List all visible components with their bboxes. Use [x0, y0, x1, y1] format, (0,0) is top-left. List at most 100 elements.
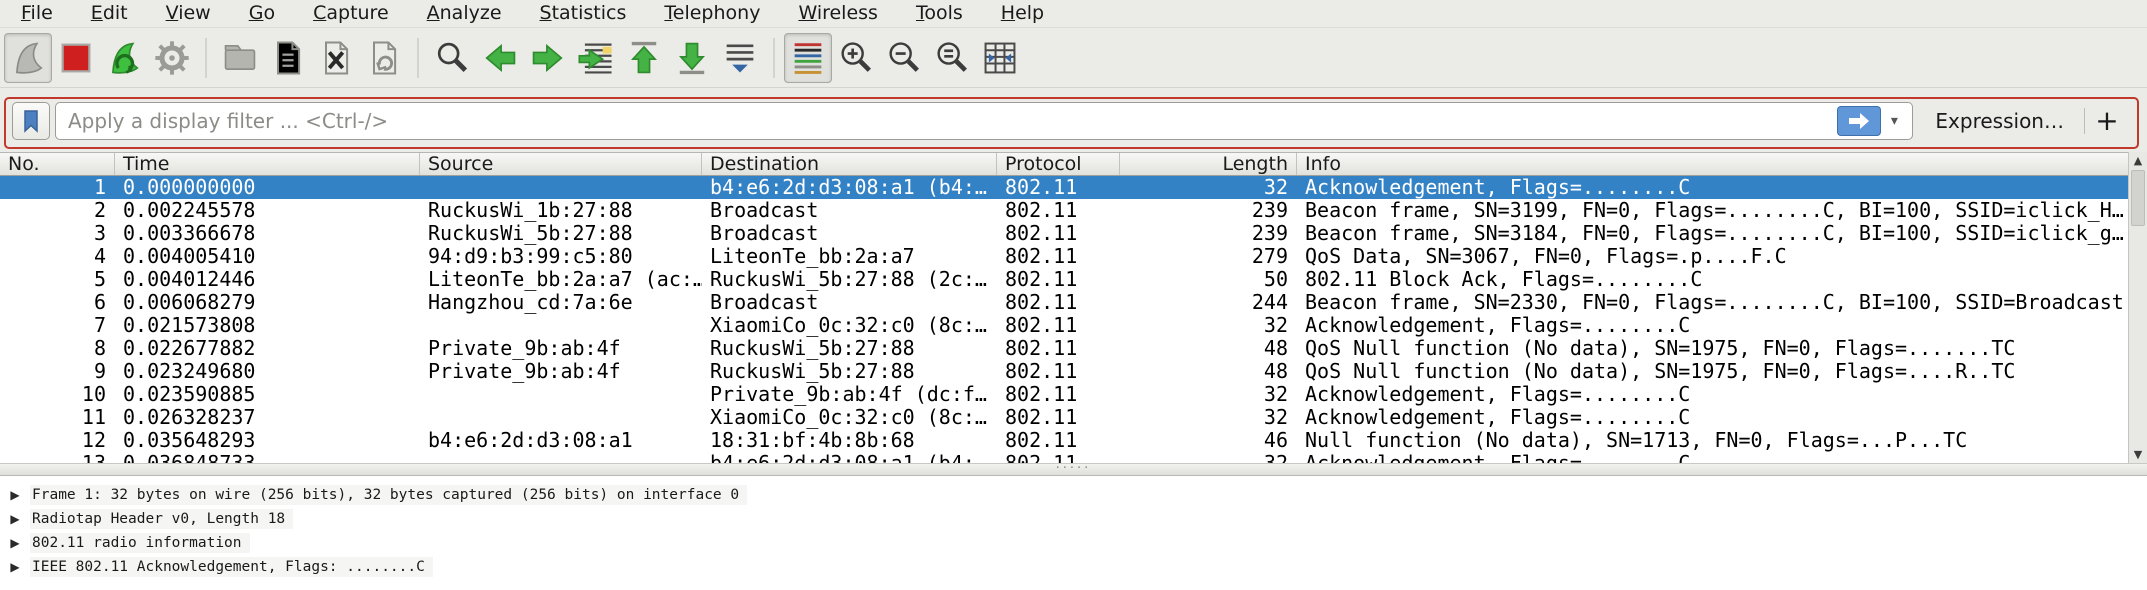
cell-source [420, 452, 702, 463]
filter-bookmark-button[interactable] [12, 102, 50, 140]
detail-row-4[interactable]: ▶IEEE 802.11 Acknowledgement, Flags: ...… [0, 555, 2147, 579]
zoom-reset-button[interactable] [928, 33, 976, 83]
apply-filter-button[interactable] [1837, 106, 1881, 136]
cell-time: 0.023249680 [115, 360, 420, 383]
toolbar-separator [205, 38, 207, 78]
expand-triangle-icon[interactable]: ▶ [0, 488, 30, 502]
go-back-button[interactable] [476, 33, 524, 83]
stop-capture-button[interactable] [52, 33, 100, 83]
auto-scroll-icon [720, 38, 760, 78]
cell-time: 0.021573808 [115, 314, 420, 337]
menu-item-tools[interactable]: Tools [897, 1, 982, 26]
cell-protocol: 802.11 [997, 268, 1120, 291]
add-filter-button[interactable]: + [2085, 106, 2129, 136]
column-header-protocol[interactable]: Protocol [997, 153, 1120, 175]
cell-source: 94:d9:b3:99:c5:80 [420, 245, 702, 268]
reload-file-button[interactable] [360, 33, 408, 83]
menu-item-capture[interactable]: Capture [294, 1, 408, 26]
cell-time: 0.004012446 [115, 268, 420, 291]
packet-row-6[interactable]: 60.006068279Hangzhou_cd:7a:6eBroadcast80… [0, 291, 2128, 314]
cell-no: 7 [0, 314, 115, 337]
wireshark-fin-start-button[interactable] [4, 33, 52, 83]
column-header-no[interactable]: No. [0, 153, 115, 175]
menu-item-telephony[interactable]: Telephony [645, 1, 779, 26]
packet-row-5[interactable]: 50.004012446LiteonTe_bb:2a:a7 (ac:…Rucku… [0, 268, 2128, 291]
packet-row-3[interactable]: 30.003366678RuckusWi_5b:27:88Broadcast80… [0, 222, 2128, 245]
menu-item-help[interactable]: Help [982, 1, 1063, 26]
toolbar-separator [773, 38, 775, 78]
packet-list: No.TimeSourceDestinationProtocolLengthIn… [0, 152, 2147, 463]
packet-row-12[interactable]: 120.035648293b4:e6:2d:d3:08:a118:31:bf:4… [0, 429, 2128, 452]
go-to-packet-button[interactable] [572, 33, 620, 83]
expand-triangle-icon[interactable]: ▶ [0, 512, 30, 526]
packet-row-1[interactable]: 10.000000000b4:e6:2d:d3:08:a1 (b4:…802.1… [0, 176, 2128, 199]
restart-capture-icon [104, 38, 144, 78]
pane-splitter[interactable]: ····· [0, 463, 2147, 476]
detail-row-2[interactable]: ▶Radiotap Header v0, Length 18 [0, 507, 2147, 531]
cell-source [420, 383, 702, 406]
find-packet-button[interactable] [428, 33, 476, 83]
menu-item-edit[interactable]: Edit [72, 1, 147, 26]
menu-item-view[interactable]: View [147, 1, 230, 26]
detail-row-1[interactable]: ▶Frame 1: 32 bytes on wire (256 bits), 3… [0, 483, 2147, 507]
colorize-packets-button[interactable] [784, 33, 832, 83]
detail-row-3[interactable]: ▶802.11 radio information [0, 531, 2147, 555]
cell-protocol: 802.11 [997, 291, 1120, 314]
packet-row-13[interactable]: 130.036848733b4:e6:2d:d3:08:a1 (b4:…802.… [0, 452, 2128, 463]
column-header-length[interactable]: Length [1120, 153, 1297, 175]
cell-no: 12 [0, 429, 115, 452]
cell-no: 1 [0, 176, 115, 199]
zoom-in-icon [836, 38, 876, 78]
save-file-button[interactable] [264, 33, 312, 83]
menu-item-statistics[interactable]: Statistics [521, 1, 646, 26]
go-forward-button[interactable] [524, 33, 572, 83]
zoom-out-button[interactable] [880, 33, 928, 83]
go-first-packet-button[interactable] [620, 33, 668, 83]
menu-item-file[interactable]: File [2, 1, 72, 26]
cell-no: 6 [0, 291, 115, 314]
cell-destination: RuckusWi_5b:27:88 [702, 360, 997, 383]
go-last-packet-button[interactable] [668, 33, 716, 83]
resize-columns-button[interactable] [976, 33, 1024, 83]
column-header-info[interactable]: Info [1297, 153, 2147, 175]
zoom-out-icon [884, 38, 924, 78]
menu-item-analyze[interactable]: Analyze [408, 1, 521, 26]
cell-length: 48 [1120, 360, 1297, 383]
scroll-up-icon[interactable]: ▲ [2129, 152, 2147, 169]
packet-row-2[interactable]: 20.002245578RuckusWi_1b:27:88Broadcast80… [0, 199, 2128, 222]
zoom-in-button[interactable] [832, 33, 880, 83]
resize-columns-icon [980, 38, 1020, 78]
column-header-destination[interactable]: Destination [702, 153, 997, 175]
go-last-packet-icon [672, 38, 712, 78]
open-file-button[interactable] [216, 33, 264, 83]
packet-row-8[interactable]: 80.022677882Private_9b:ab:4fRuckusWi_5b:… [0, 337, 2128, 360]
column-header-source[interactable]: Source [420, 153, 702, 175]
cell-info: Acknowledgement, Flags=........C [1297, 314, 2128, 337]
expand-triangle-icon[interactable]: ▶ [0, 560, 30, 574]
cell-source [420, 406, 702, 429]
auto-scroll-button[interactable] [716, 33, 764, 83]
cell-info: Acknowledgement, Flags=........C [1297, 452, 2128, 463]
menu-item-wireless[interactable]: Wireless [779, 1, 897, 26]
packet-row-10[interactable]: 100.023590885Private_9b:ab:4f (dc:f…802.… [0, 383, 2128, 406]
cell-destination: Broadcast [702, 291, 997, 314]
packet-row-11[interactable]: 110.026328237XiaomiCo_0c:32:c0 (8c:…802.… [0, 406, 2128, 429]
expand-triangle-icon[interactable]: ▶ [0, 536, 30, 550]
filter-dropdown-caret[interactable]: ▾ [1881, 113, 1907, 129]
scrollbar-thumb[interactable] [2131, 170, 2145, 226]
cell-source [420, 314, 702, 337]
capture-options-button[interactable] [148, 33, 196, 83]
display-filter-input[interactable]: Apply a display filter ... <Ctrl-/> ▾ [55, 102, 1913, 140]
packet-row-7[interactable]: 70.021573808XiaomiCo_0c:32:c0 (8c:…802.1… [0, 314, 2128, 337]
close-file-button[interactable] [312, 33, 360, 83]
detail-text: Radiotap Header v0, Length 18 [30, 509, 293, 529]
expression-button[interactable]: Expression… [1913, 109, 2084, 133]
scroll-down-icon[interactable]: ▼ [2129, 446, 2147, 463]
packet-row-4[interactable]: 40.00400541094:d9:b3:99:c5:80LiteonTe_bb… [0, 245, 2128, 268]
restart-capture-button[interactable] [100, 33, 148, 83]
column-header-time[interactable]: Time [115, 153, 420, 175]
vertical-scrollbar[interactable]: ▲ ▼ [2128, 152, 2147, 463]
menu-item-go[interactable]: Go [230, 1, 294, 26]
display-filter-placeholder: Apply a display filter ... <Ctrl-/> [68, 109, 1837, 133]
packet-row-9[interactable]: 90.023249680Private_9b:ab:4fRuckusWi_5b:… [0, 360, 2128, 383]
